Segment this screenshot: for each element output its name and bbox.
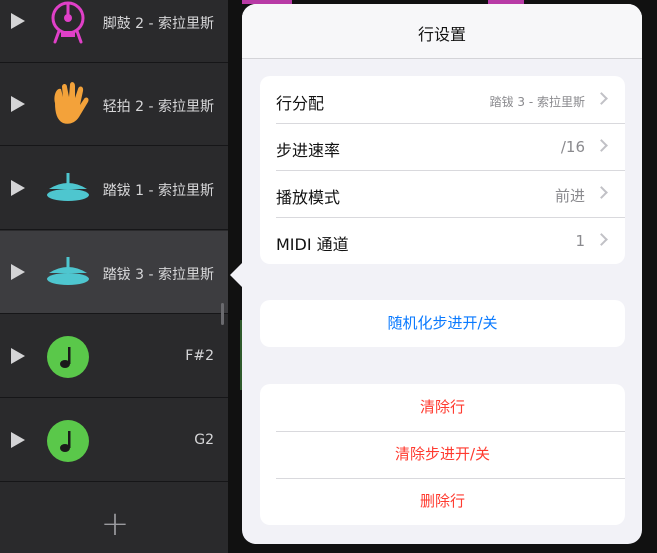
row-assignment-label: 行分配 — [276, 94, 325, 113]
track-row-clap-2[interactable]: 轻拍 2 - 索拉里斯 — [0, 63, 228, 146]
chevron-right-icon — [595, 233, 608, 246]
track-row-hihat-3[interactable]: 踏钹 3 - 索拉里斯 — [0, 231, 228, 314]
clear-step-toggles-button[interactable]: 清除步进开/关 — [260, 431, 625, 478]
popover-header: 行设置 — [242, 4, 642, 59]
play-icon[interactable] — [11, 13, 25, 29]
add-track-button[interactable]: + — [98, 507, 132, 542]
step-rate-label: 步进速率 — [276, 141, 341, 160]
hi-hat-icon — [47, 257, 89, 285]
track-name: F#2 — [185, 348, 214, 364]
midi-channel-item[interactable]: MIDI 通道 1 — [260, 217, 625, 264]
music-note-icon — [47, 420, 89, 462]
track-name: 踏钹 1 - 索拉里斯 — [102, 183, 214, 199]
track-name: G2 — [194, 432, 214, 448]
destructive-actions-group: 清除行 清除步进开/关 删除行 — [260, 384, 625, 525]
kick-drum-icon — [51, 1, 85, 44]
randomize-steps-button[interactable]: 随机化步进开/关 — [260, 300, 625, 347]
playback-mode-label: 播放模式 — [276, 188, 341, 207]
step-rate-item[interactable]: 步进速率 /16 — [260, 123, 625, 170]
playback-mode-value: 前进 — [554, 187, 585, 205]
delete-row-button[interactable]: 删除行 — [260, 478, 625, 525]
music-note-icon — [47, 336, 89, 378]
track-list: 脚鼓 2 - 索拉里斯 轻拍 2 - 索拉里斯 踏钹 1 - 索拉里斯 踏钹 3… — [0, 0, 228, 553]
clear-row-button[interactable]: 清除行 — [260, 384, 625, 431]
track-row-f-sharp-2[interactable]: F#2 — [0, 315, 228, 398]
row-assignment-item[interactable]: 行分配 踏钹 3 - 索拉里斯 — [260, 76, 625, 123]
hi-hat-icon — [47, 173, 89, 201]
play-icon[interactable] — [11, 96, 25, 112]
play-icon[interactable] — [11, 180, 25, 196]
row-settings-popover: 行设置 行分配 踏钹 3 - 索拉里斯 步进速率 /16 播放模式 前进 MID… — [242, 4, 642, 544]
chevron-right-icon — [595, 92, 608, 105]
track-row-hihat-1[interactable]: 踏钹 1 - 索拉里斯 — [0, 147, 228, 230]
play-icon[interactable] — [11, 264, 25, 280]
play-icon[interactable] — [11, 348, 25, 364]
popover-title: 行设置 — [417, 25, 466, 44]
track-name: 脚鼓 2 - 索拉里斯 — [102, 16, 214, 32]
track-row-kick-2[interactable]: 脚鼓 2 - 索拉里斯 — [0, 0, 228, 63]
play-icon[interactable] — [11, 432, 25, 448]
chevron-right-icon — [595, 139, 608, 152]
playback-mode-item[interactable]: 播放模式 前进 — [260, 170, 625, 217]
hand-clap-icon — [54, 82, 89, 124]
midi-channel-value: 1 — [575, 232, 585, 250]
track-name: 踏钹 3 - 索拉里斯 — [102, 267, 214, 283]
randomize-group: 随机化步进开/关 — [260, 300, 625, 347]
row-assignment-value: 踏钹 3 - 索拉里斯 — [489, 95, 585, 109]
track-row-g2[interactable]: G2 — [0, 399, 228, 482]
step-rate-value: /16 — [560, 138, 585, 156]
track-name: 轻拍 2 - 索拉里斯 — [102, 99, 214, 115]
chevron-right-icon — [595, 186, 608, 199]
settings-group: 行分配 踏钹 3 - 索拉里斯 步进速率 /16 播放模式 前进 MIDI 通道… — [260, 76, 625, 264]
track-list-scrollbar[interactable] — [221, 303, 224, 325]
midi-channel-label: MIDI 通道 — [276, 235, 349, 254]
